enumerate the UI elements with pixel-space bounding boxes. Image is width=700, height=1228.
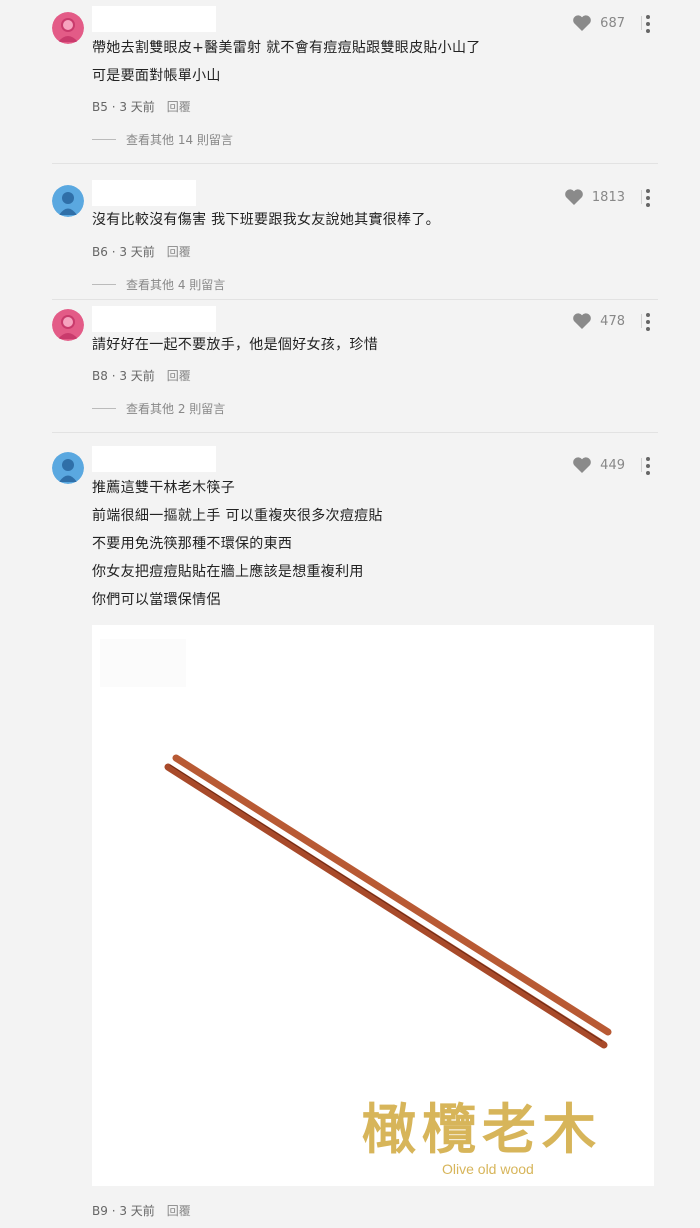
comment-line: 前端很細一摳就上手 可以重複夾很多次痘痘貼 xyxy=(92,508,383,524)
comment-line: 帶她去割雙眼皮+醫美雷射 就不會有痘痘貼跟雙眼皮貼小山了 xyxy=(92,40,481,56)
more-options-icon[interactable] xyxy=(644,313,652,331)
male-avatar-icon[interactable] xyxy=(52,452,84,484)
heart-icon[interactable] xyxy=(564,188,584,206)
floor-number: B5 xyxy=(92,100,108,114)
like-area: 687 xyxy=(572,14,642,32)
comment-line: 請好好在一起不要放手，他是個好女孩，珍惜 xyxy=(92,337,378,353)
male-avatar-icon[interactable] xyxy=(52,185,84,217)
floor-and-time: B8 · 3 天前 xyxy=(92,369,155,383)
reply-button[interactable]: 回覆 xyxy=(167,243,191,260)
comment-meta: B9 · 3 天前 回覆 xyxy=(92,1202,191,1219)
comment-line: 可是要面對帳單小山 xyxy=(92,68,221,84)
dash-icon xyxy=(92,408,116,409)
comment-meta: B8 · 3 天前 回覆 xyxy=(92,367,191,384)
floor-and-time: B9 · 3 天前 xyxy=(92,1204,155,1218)
divider xyxy=(52,299,658,300)
view-more-replies-link[interactable]: 查看其他 4 則留言 xyxy=(92,276,225,293)
username-redacted xyxy=(92,446,216,472)
view-more-replies-link[interactable]: 查看其他 2 則留言 xyxy=(92,400,225,417)
dash-icon xyxy=(92,284,116,285)
comment-line: 不要用免洗筷那種不環保的東西 xyxy=(92,536,293,552)
like-count: 687 xyxy=(600,15,625,31)
comment-text: 沒有比較沒有傷害 我下班要跟我女友說她其實很棒了。 xyxy=(92,206,440,234)
floor-and-time: B6 · 3 天前 xyxy=(92,245,155,259)
heart-icon[interactable] xyxy=(572,312,592,330)
divider xyxy=(52,432,658,433)
brand-logo-chinese: 橄欖老木 xyxy=(362,1097,602,1161)
comment-meta: B6 · 3 天前 回覆 xyxy=(92,243,191,260)
brand-logo-english: Olive old wood xyxy=(442,1161,534,1177)
timestamp: 3 天前 xyxy=(119,1204,155,1218)
comment-line: 你女友把痘痘貼貼在牆上應該是想重複利用 xyxy=(92,564,364,580)
comment-text: 帶她去割雙眼皮+醫美雷射 就不會有痘痘貼跟雙眼皮貼小山了 可是要面對帳單小山 xyxy=(92,34,481,90)
separator xyxy=(641,16,642,30)
timestamp: 3 天前 xyxy=(119,245,155,259)
separator xyxy=(641,314,642,328)
comment-text: 請好好在一起不要放手，他是個好女孩，珍惜 xyxy=(92,331,378,359)
more-options-icon[interactable] xyxy=(644,457,652,475)
attached-image[interactable]: 橄欖老木 Olive old wood xyxy=(92,625,654,1186)
view-more-replies-link[interactable]: 查看其他 14 則留言 xyxy=(92,131,233,148)
more-options-icon[interactable] xyxy=(644,15,652,33)
reply-button[interactable]: 回覆 xyxy=(167,98,191,115)
like-area: 449 xyxy=(572,456,642,474)
comment-text: 推薦這雙干林老木筷子 前端很細一摳就上手 可以重複夾很多次痘痘貼 不要用免洗筷那… xyxy=(92,474,383,614)
comment-thread: 687 帶她去割雙眼皮+醫美雷射 就不會有痘痘貼跟雙眼皮貼小山了 可是要面對帳單… xyxy=(0,0,700,1228)
floor-number: B9 xyxy=(92,1204,108,1218)
view-more-replies-label: 查看其他 2 則留言 xyxy=(126,402,226,416)
heart-icon[interactable] xyxy=(572,456,592,474)
more-options-icon[interactable] xyxy=(644,189,652,207)
comment-line: 推薦這雙干林老木筷子 xyxy=(92,480,235,496)
floor-number: B8 xyxy=(92,369,108,383)
reply-button[interactable]: 回覆 xyxy=(167,367,191,384)
comment-line: 你們可以當環保情侶 xyxy=(92,592,221,608)
divider xyxy=(52,163,658,164)
floor-and-time: B5 · 3 天前 xyxy=(92,100,155,114)
username-redacted xyxy=(92,306,216,332)
like-area: 478 xyxy=(572,312,642,330)
comment-line: 沒有比較沒有傷害 我下班要跟我女友說她其實很棒了。 xyxy=(92,212,440,228)
floor-number: B6 xyxy=(92,245,108,259)
view-more-replies-label: 查看其他 4 則留言 xyxy=(126,278,226,292)
like-area: 1813 xyxy=(564,188,642,206)
heart-icon[interactable] xyxy=(572,14,592,32)
username-redacted xyxy=(92,180,196,206)
timestamp: 3 天前 xyxy=(119,100,155,114)
separator xyxy=(641,458,642,472)
female-avatar-icon[interactable] xyxy=(52,12,84,44)
view-more-replies-label: 查看其他 14 則留言 xyxy=(126,133,233,147)
female-avatar-icon[interactable] xyxy=(52,309,84,341)
separator xyxy=(641,190,642,204)
dash-icon xyxy=(92,139,116,140)
comment-meta: B5 · 3 天前 回覆 xyxy=(92,98,191,115)
like-count: 449 xyxy=(600,457,625,473)
username-redacted xyxy=(92,6,216,32)
timestamp: 3 天前 xyxy=(119,369,155,383)
like-count: 1813 xyxy=(591,189,625,205)
reply-button[interactable]: 回覆 xyxy=(167,1202,191,1219)
like-count: 478 xyxy=(600,313,625,329)
